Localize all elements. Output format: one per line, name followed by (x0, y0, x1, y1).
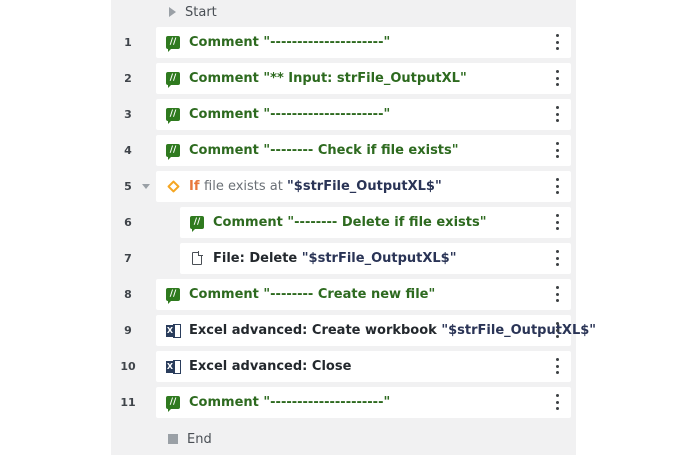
step-label-part: "-------- Check if file exists" (263, 143, 459, 158)
step-label-part: Comment (189, 35, 264, 50)
step-card[interactable]: // Comment "-------- Delete if file exist… (180, 207, 571, 238)
step-label: Comment "---------------------" (189, 107, 390, 122)
line-number: 4 (124, 144, 132, 157)
step-card[interactable]: X Excel advanced: Create workbook "$strFi… (156, 315, 596, 346)
step-label-part: "-------- Create new file" (263, 287, 436, 302)
comment-icon: // (165, 143, 181, 160)
excel-icon: X (165, 323, 181, 339)
comment-icon: // (165, 395, 181, 412)
line-number: 3 (124, 108, 132, 121)
step-card[interactable]: If file exists at "$strFile_OutputXL$" (156, 171, 571, 202)
line-number: 5 (124, 180, 132, 193)
line-number: 6 (124, 216, 132, 229)
step-label-part: Excel advanced: Create workbook (189, 323, 442, 338)
step-label: Excel advanced: Create workbook "$strFil… (189, 323, 596, 338)
more-options-icon[interactable] (555, 142, 559, 158)
step-label: Comment "---------------------" (189, 35, 390, 50)
step-label-part: Comment (213, 215, 288, 230)
step-card[interactable]: // Comment "-------- Check if file exists… (156, 135, 571, 166)
step-label-part: "$strFile_OutputXL$" (441, 323, 597, 338)
start-node[interactable]: Start (166, 0, 217, 24)
step-label: Comment "** Input: strFile_OutputXL" (189, 71, 467, 86)
step-label-part: file exists at (204, 179, 288, 194)
step-label-part: Comment (189, 287, 264, 302)
step-label: Comment "-------- Check if file exists" (189, 143, 459, 158)
step-label: File: Delete "$strFile_OutputXL$" (213, 251, 457, 266)
line-number: 10 (120, 360, 136, 373)
comment-icon: // (165, 107, 181, 124)
end-label: End (187, 431, 212, 447)
step-card[interactable]: // Comment "---------------------" (156, 99, 571, 130)
line-number: 8 (124, 288, 132, 301)
comment-icon: // (165, 35, 181, 52)
step-label-part: "---------------------" (263, 35, 391, 50)
step-label-part: File: Delete (213, 251, 302, 266)
step-label-part: "-------- Delete if file exists" (287, 215, 487, 230)
step-label: Comment "---------------------" (189, 395, 390, 410)
comment-icon: // (189, 215, 205, 232)
step-label-part: "$strFile_OutputXL$" (301, 251, 457, 266)
comment-icon: // (165, 287, 181, 304)
step-label-part: "---------------------" (263, 395, 391, 410)
collapse-toggle-icon[interactable] (142, 184, 150, 189)
step-label-part: Excel advanced: Close (189, 359, 352, 374)
start-label: Start (185, 4, 217, 20)
step-label-part: Comment (189, 395, 264, 410)
line-number: 9 (124, 324, 132, 337)
step-label: Comment "-------- Create new file" (189, 287, 435, 302)
more-options-icon[interactable] (555, 178, 559, 194)
file-icon (189, 251, 205, 267)
step-card[interactable]: // Comment "-------- Create new file" (156, 279, 571, 310)
step-card[interactable]: File: Delete "$strFile_OutputXL$" (180, 243, 571, 274)
line-number: 2 (124, 72, 132, 85)
line-number: 11 (120, 396, 136, 409)
more-options-icon[interactable] (555, 214, 559, 230)
step-card[interactable]: X Excel advanced: Close (156, 351, 571, 382)
step-label: Comment "-------- Delete if file exists" (213, 215, 487, 230)
comment-icon: // (165, 71, 181, 88)
more-options-icon[interactable] (555, 250, 559, 266)
excel-icon: X (165, 359, 181, 375)
step-card[interactable]: // Comment "** Input: strFile_OutputXL" (156, 63, 571, 94)
end-node[interactable]: End (166, 427, 212, 451)
start-icon (169, 7, 176, 17)
if-icon (165, 179, 181, 195)
more-options-icon[interactable] (555, 34, 559, 50)
more-options-icon[interactable] (555, 106, 559, 122)
more-options-icon[interactable] (555, 322, 559, 338)
step-label-part: Comment (189, 71, 264, 86)
step-label-part: Comment (189, 107, 264, 122)
end-icon (168, 434, 178, 444)
step-label: If file exists at "$strFile_OutputXL$" (189, 179, 442, 194)
step-label-part: Comment (189, 143, 264, 158)
more-options-icon[interactable] (555, 394, 559, 410)
step-card[interactable]: // Comment "---------------------" (156, 387, 571, 418)
step-card[interactable]: // Comment "---------------------" (156, 27, 571, 58)
step-label-part: If (189, 179, 205, 194)
step-label-part: "** Input: strFile_OutputXL" (263, 71, 467, 86)
more-options-icon[interactable] (555, 286, 559, 302)
step-label: Excel advanced: Close (189, 359, 351, 374)
step-label-part: "$strFile_OutputXL$" (287, 179, 442, 194)
line-number: 7 (124, 252, 132, 265)
line-number: 1 (124, 36, 132, 49)
more-options-icon[interactable] (555, 358, 559, 374)
step-label-part: "---------------------" (263, 107, 391, 122)
more-options-icon[interactable] (555, 70, 559, 86)
